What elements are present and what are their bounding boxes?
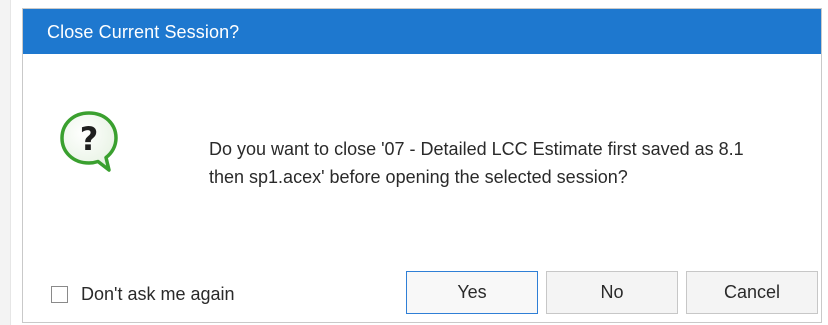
dont-ask-again-label: Don't ask me again — [81, 283, 235, 304]
dont-ask-again-option[interactable]: Don't ask me again — [51, 282, 235, 306]
cancel-button[interactable]: Cancel — [686, 271, 818, 314]
dialog-titlebar: Close Current Session? — [23, 9, 821, 54]
background-window-edge — [0, 0, 11, 325]
svg-text:?: ? — [80, 120, 99, 158]
close-session-dialog: Close Current Session? ? Do you want to … — [22, 8, 822, 323]
question-icon: ? — [57, 109, 121, 175]
no-button[interactable]: No — [546, 271, 678, 314]
yes-button[interactable]: Yes — [406, 271, 538, 314]
dialog-message: Do you want to close '07 - Detailed LCC … — [209, 139, 744, 187]
dialog-title: Close Current Session? — [47, 22, 240, 42]
dont-ask-again-checkbox[interactable] — [51, 285, 68, 303]
